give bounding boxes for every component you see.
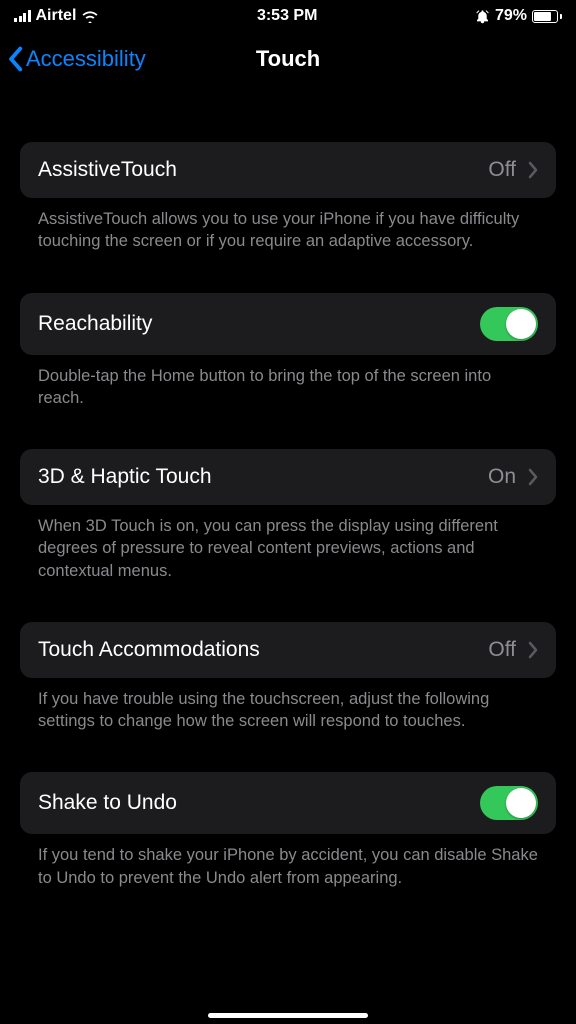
alarm-icon [475,9,490,24]
nav-bar: Accessibility Touch [0,28,576,90]
row-value: Off [488,638,516,662]
row-value: Off [488,158,516,182]
row-right: Off [488,158,538,182]
chevron-right-icon [528,468,538,486]
wifi-icon [81,9,99,23]
status-left: Airtel [14,7,99,25]
row-right: On [488,465,538,489]
group-3d-haptic: 3D & Haptic Touch On When 3D Touch is on… [20,449,556,582]
row-reachability[interactable]: Reachability [20,293,556,355]
row-label: Touch Accommodations [38,638,260,662]
row-right: Off [488,638,538,662]
settings-list: AssistiveTouch Off AssistiveTouch allows… [0,142,576,889]
row-label: Reachability [38,312,152,336]
group-shake-to-undo: Shake to Undo If you tend to shake your … [20,772,556,889]
group-assistivetouch: AssistiveTouch Off AssistiveTouch allows… [20,142,556,253]
back-label: Accessibility [26,46,146,72]
group-footer: If you have trouble using the touchscree… [20,678,556,733]
status-bar: Airtel 3:53 PM 79% [0,0,576,28]
status-time: 3:53 PM [257,7,317,25]
toggle-shake-to-undo[interactable] [480,786,538,820]
back-button[interactable]: Accessibility [6,46,146,72]
carrier-label: Airtel [36,7,77,25]
row-label: AssistiveTouch [38,158,177,182]
row-label: 3D & Haptic Touch [38,465,212,489]
status-right: 79% [475,7,562,25]
row-label: Shake to Undo [38,791,177,815]
row-value: On [488,465,516,489]
row-touch-accommodations[interactable]: Touch Accommodations Off [20,622,556,678]
page-title: Touch [256,46,320,72]
chevron-right-icon [528,641,538,659]
group-footer: When 3D Touch is on, you can press the d… [20,505,556,582]
row-shake-to-undo[interactable]: Shake to Undo [20,772,556,834]
row-3d-haptic[interactable]: 3D & Haptic Touch On [20,449,556,505]
chevron-left-icon [6,46,24,72]
row-assistivetouch[interactable]: AssistiveTouch Off [20,142,556,198]
signal-icon [14,10,31,22]
group-footer: Double-tap the Home button to bring the … [20,355,556,410]
group-footer: If you tend to shake your iPhone by acci… [20,834,556,889]
group-footer: AssistiveTouch allows you to use your iP… [20,198,556,253]
group-reachability: Reachability Double-tap the Home button … [20,293,556,410]
home-indicator[interactable] [208,1013,368,1018]
battery-percent: 79% [495,7,527,25]
group-touch-accommodations: Touch Accommodations Off If you have tro… [20,622,556,733]
chevron-right-icon [528,161,538,179]
battery-icon [532,10,562,23]
toggle-reachability[interactable] [480,307,538,341]
